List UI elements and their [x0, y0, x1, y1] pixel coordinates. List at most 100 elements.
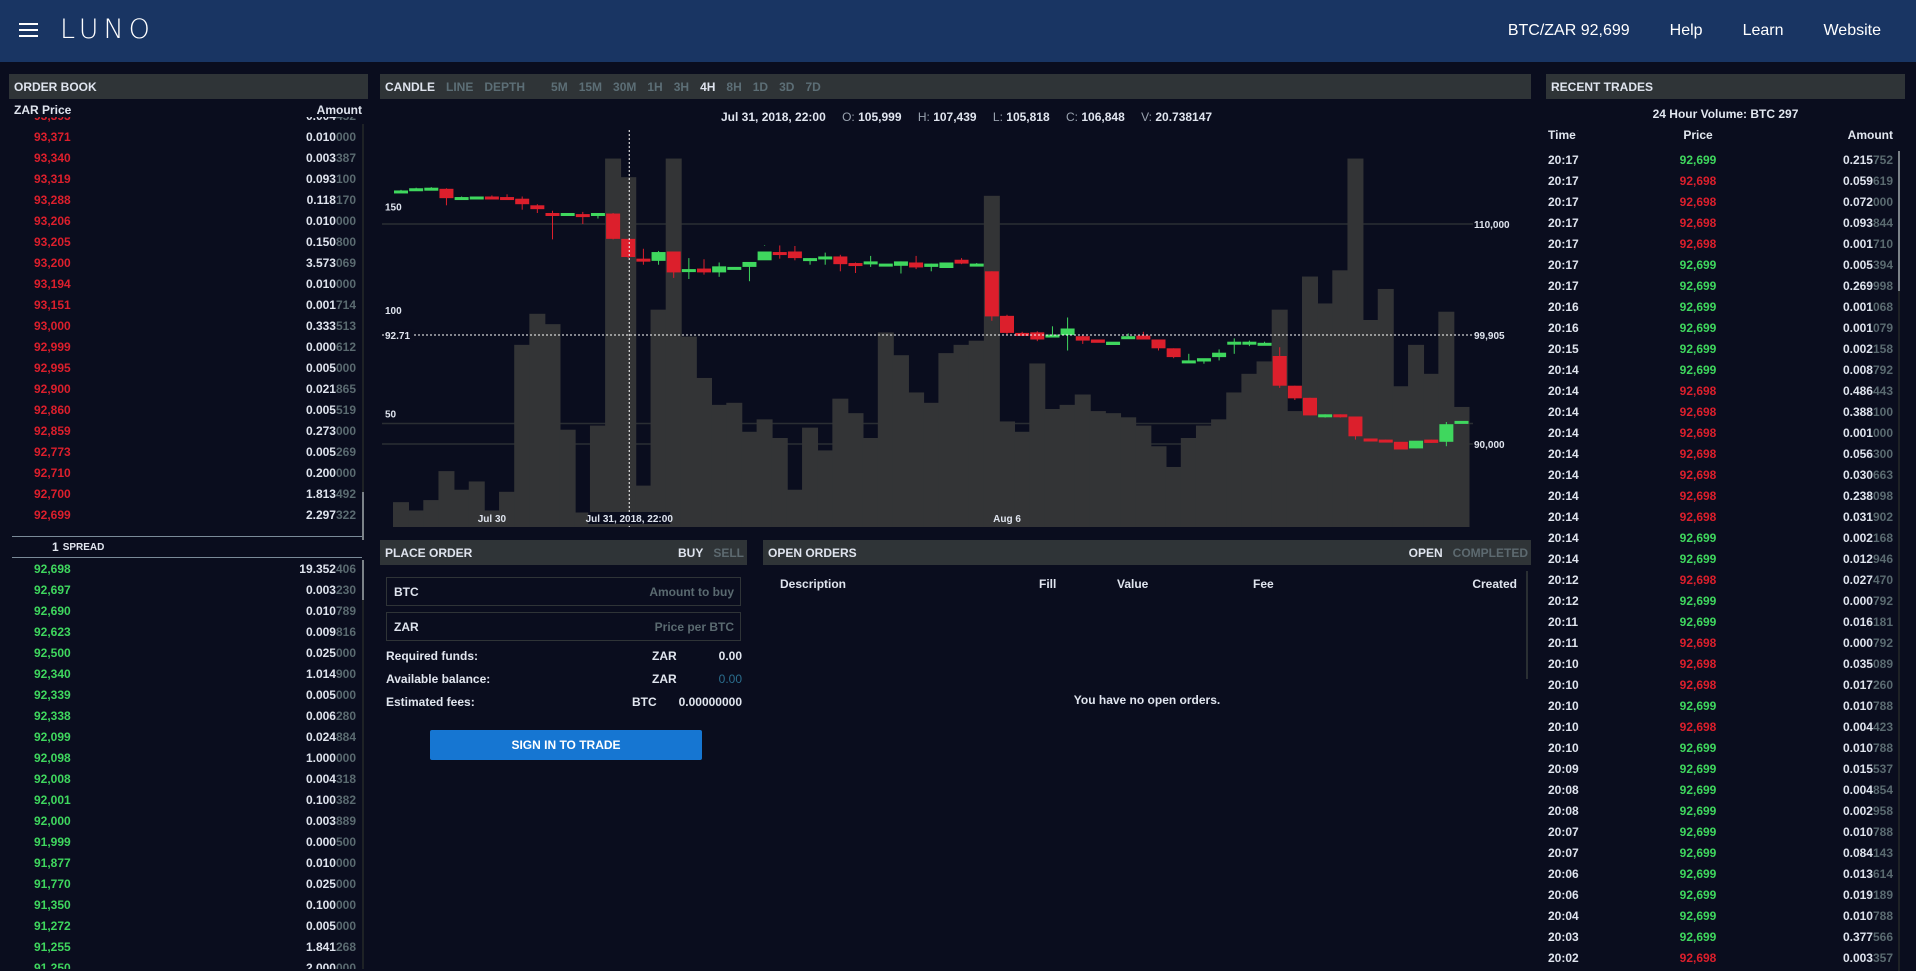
candle-up[interactable]	[1212, 352, 1227, 358]
candle-up[interactable]	[1181, 360, 1196, 364]
candle-up[interactable]	[409, 188, 424, 192]
bid-row[interactable]: 92,340 1.014900	[9, 663, 362, 684]
candle-up[interactable]	[454, 197, 469, 201]
bid-row[interactable]: 91,272 0.005000	[9, 915, 362, 936]
ask-row[interactable]: 93,393 0.004452	[9, 117, 362, 126]
bid-row[interactable]: 91,770 0.025000	[9, 873, 362, 894]
candle-down[interactable]	[1424, 439, 1439, 443]
candle-up[interactable]	[1454, 420, 1469, 424]
asks-scrollbar[interactable]	[362, 124, 364, 540]
tab-completed[interactable]: COMPLETED	[1453, 546, 1528, 560]
trades-scrollbar[interactable]	[1898, 291, 1900, 971]
nav-help[interactable]: Help	[1670, 22, 1703, 40]
candle-down[interactable]	[772, 252, 787, 256]
bid-row[interactable]: 91,350 0.100000	[9, 894, 362, 915]
candle-down[interactable]	[954, 259, 969, 264]
logo[interactable]: LUNO	[60, 14, 155, 45]
candle-down[interactable]	[833, 256, 848, 265]
candle-down[interactable]	[1363, 438, 1378, 442]
ask-row[interactable]: 93,206 0.010000	[9, 210, 362, 231]
candle-down[interactable]	[984, 271, 999, 317]
candle-down[interactable]	[1287, 385, 1302, 399]
ask-row[interactable]: 92,699 2.297322	[9, 504, 362, 525]
candle-up[interactable]	[651, 252, 666, 261]
candle-down[interactable]	[500, 197, 515, 201]
ask-row[interactable]: 93,319 0.093100	[9, 168, 362, 189]
candle-down[interactable]	[1393, 441, 1408, 450]
candle-down[interactable]	[621, 238, 636, 257]
candle-up[interactable]	[1257, 342, 1272, 346]
ask-row[interactable]: 93,151 0.001714	[9, 294, 362, 315]
bid-row[interactable]: 92,623 0.009816	[9, 621, 362, 642]
amount-field[interactable]: BTC	[386, 577, 741, 606]
bid-row[interactable]: 91,250 2.000000	[9, 957, 362, 970]
ask-row[interactable]: 93,205 0.150800	[9, 231, 362, 252]
candle-up[interactable]	[424, 187, 439, 191]
available-balance-value[interactable]: 0.00	[682, 672, 742, 686]
bid-row[interactable]: 92,000 0.003889	[9, 810, 362, 831]
order-book-asks[interactable]: 93,393 0.004452 93,371 0.010000 93,340 0.0033…	[9, 117, 362, 536]
candle-down[interactable]	[636, 258, 651, 262]
candle-up[interactable]	[681, 269, 696, 273]
bid-row[interactable]: 92,697 0.003230	[9, 579, 362, 600]
candle-down[interactable]	[787, 251, 802, 259]
bid-row[interactable]: 92,001 0.100382	[9, 789, 362, 810]
price-field[interactable]: ZAR	[386, 612, 741, 641]
ask-row[interactable]: 92,995 0.005000	[9, 357, 362, 378]
candle-down[interactable]	[515, 198, 530, 205]
candle-up[interactable]	[803, 258, 818, 262]
candle-down[interactable]	[484, 196, 499, 200]
bids-scrollbar[interactable]	[362, 600, 364, 969]
candle-down[interactable]	[697, 268, 711, 273]
candle-up[interactable]	[878, 263, 893, 267]
candle-down[interactable]	[848, 263, 863, 267]
candle-down[interactable]	[1378, 439, 1393, 443]
ask-row[interactable]: 92,999 0.000612	[9, 336, 362, 357]
ask-row[interactable]: 92,900 0.021865	[9, 378, 362, 399]
candle-down[interactable]	[575, 214, 590, 218]
bid-row[interactable]: 92,339 0.005000	[9, 684, 362, 705]
candle-up[interactable]	[1106, 341, 1121, 345]
candle-up[interactable]	[742, 261, 757, 267]
ask-row[interactable]: 93,340 0.003387	[9, 147, 362, 168]
candle-down[interactable]	[545, 213, 560, 216]
ask-row[interactable]: 93,288 0.118170	[9, 189, 362, 210]
ask-row[interactable]: 92,773 0.005269	[9, 441, 362, 462]
ask-row[interactable]: 92,700 1.813492	[9, 483, 362, 504]
candle-up[interactable]	[818, 256, 833, 260]
candle-down[interactable]	[1151, 339, 1166, 349]
candle-up[interactable]	[757, 251, 772, 261]
trades-scrollbar-thumb[interactable]	[1898, 151, 1900, 291]
candle-down[interactable]	[1090, 339, 1105, 343]
candle-up[interactable]	[893, 261, 908, 266]
candle-up[interactable]	[1242, 341, 1257, 345]
tab-sell[interactable]: SELL	[713, 546, 744, 560]
open-orders-scrollbar[interactable]	[1526, 571, 1528, 679]
bid-row[interactable]: 91,255 1.841268	[9, 936, 362, 957]
bids-scrollbar-thumb[interactable]	[362, 560, 364, 600]
candle-down[interactable]	[1030, 332, 1045, 340]
candle-down[interactable]	[666, 251, 681, 273]
candle-down[interactable]	[1166, 348, 1181, 358]
candle-down[interactable]	[439, 188, 454, 199]
ask-row[interactable]: 93,200 3.573069	[9, 252, 362, 273]
ask-row[interactable]: 92,860 0.005519	[9, 399, 362, 420]
candle-down[interactable]	[606, 213, 621, 239]
sign-in-to-trade-button[interactable]: SIGN IN TO TRADE	[430, 730, 702, 760]
candle-up[interactable]	[1227, 341, 1242, 345]
bid-row[interactable]: 92,099 0.024884	[9, 726, 362, 747]
candle-up[interactable]	[1409, 440, 1424, 449]
candle-up[interactable]	[712, 266, 727, 273]
candle-up[interactable]	[1318, 414, 1333, 418]
asks-scrollbar-thumb[interactable]	[362, 492, 364, 540]
amount-input[interactable]	[534, 584, 734, 599]
bid-row[interactable]: 91,877 0.010000	[9, 852, 362, 873]
menu-icon[interactable]	[19, 23, 38, 37]
bid-row[interactable]: 92,690 0.010789	[9, 600, 362, 621]
recent-trades-list[interactable]: 20:17 92,699 0.215752 20:17 92,698 0.059619 20…	[1546, 149, 1905, 969]
candle-up[interactable]	[1439, 424, 1454, 442]
bid-row[interactable]: 92,500 0.025000	[9, 642, 362, 663]
order-book-bids[interactable]: 92,698 19.352406 92,697 0.003230 92,690 0.010…	[9, 558, 362, 970]
candle-up[interactable]	[1060, 328, 1075, 336]
bid-row[interactable]: 92,008 0.004318	[9, 768, 362, 789]
